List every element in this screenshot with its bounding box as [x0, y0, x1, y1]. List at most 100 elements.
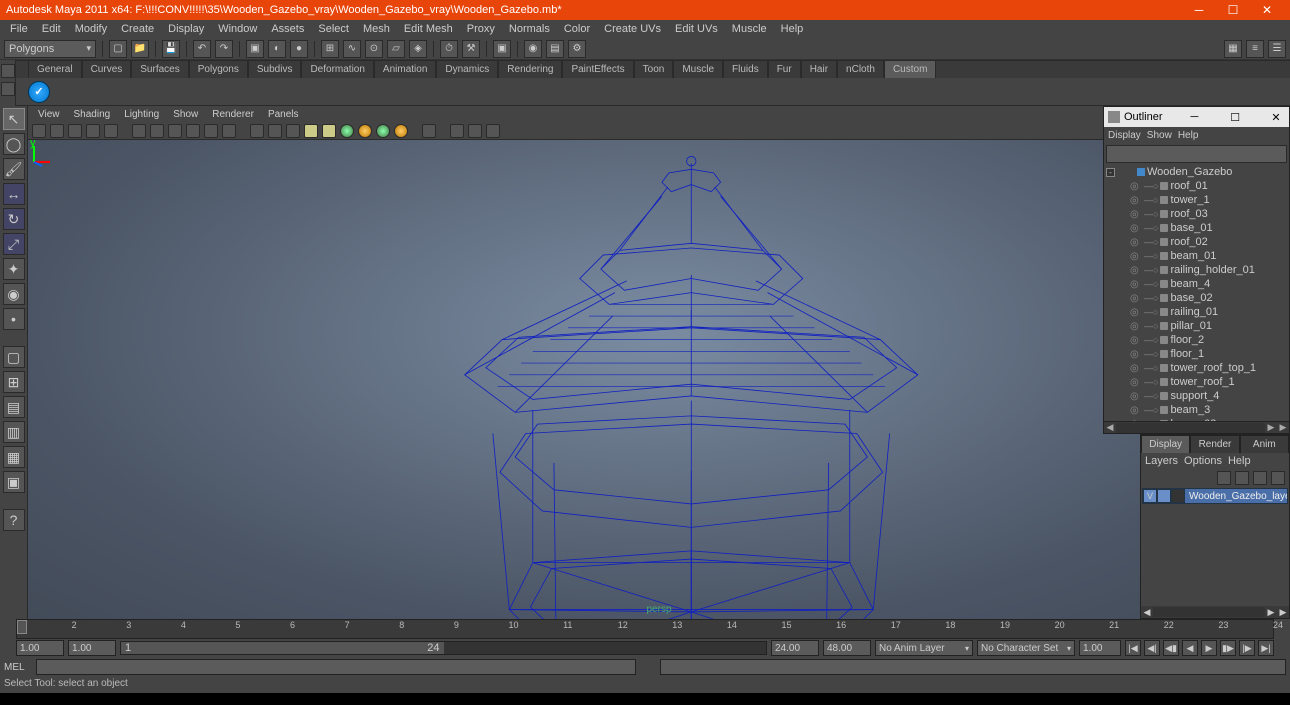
shelf-tab-animation[interactable]: Animation [374, 60, 436, 78]
shelf-tab-ncloth[interactable]: nCloth [837, 60, 884, 78]
playback-end-field[interactable]: 48.00 [823, 640, 871, 656]
shelf-tab-curves[interactable]: Curves [82, 60, 132, 78]
shelf-tab-general[interactable]: General [28, 60, 82, 78]
step-forward-button[interactable]: ▮▶ [1220, 640, 1236, 656]
manipulator-tool-icon[interactable]: ✦ [3, 258, 25, 280]
visibility-icon[interactable]: ◎ [1130, 377, 1142, 388]
menu-color[interactable]: Color [558, 21, 596, 37]
exposure-icon[interactable] [450, 124, 464, 138]
minimize-button[interactable]: ─ [1182, 0, 1216, 20]
layer-scroll-right[interactable]: ▶ [1265, 607, 1277, 618]
move-layer-down-icon[interactable] [1235, 471, 1249, 485]
smooth-shade-icon[interactable] [268, 124, 282, 138]
attribute-editor-icon[interactable]: ☰ [1268, 40, 1286, 58]
menu-muscle[interactable]: Muscle [726, 21, 773, 37]
layer-color[interactable] [1171, 489, 1185, 503]
shelf-tab-custom[interactable]: Custom [884, 60, 936, 78]
use-all-lights-icon[interactable] [304, 124, 318, 138]
outliner-item[interactable]: tower_1 [1170, 194, 1209, 206]
last-tool-icon[interactable]: • [3, 308, 25, 330]
menu-window[interactable]: Window [212, 21, 263, 37]
layer-row[interactable]: V Wooden_Gazebo_layer [1142, 488, 1288, 504]
visibility-icon[interactable]: ◎ [1130, 335, 1142, 346]
menu-create-uvs[interactable]: Create UVs [598, 21, 667, 37]
outliner-item[interactable]: beam_4 [1170, 278, 1210, 290]
maximize-button[interactable]: ☐ [1216, 0, 1250, 20]
outliner-minimize-button[interactable]: ─ [1185, 111, 1203, 123]
gate-mask-icon[interactable] [186, 124, 200, 138]
snap-live-icon[interactable]: ◈ [409, 40, 427, 58]
gamma-icon[interactable] [468, 124, 482, 138]
current-frame-field[interactable]: 1.00 [1079, 640, 1121, 656]
visibility-icon[interactable]: ◎ [1130, 321, 1142, 332]
isolate-icon[interactable] [422, 124, 436, 138]
channel-box-icon[interactable]: ≡ [1246, 40, 1264, 58]
image-plane-icon[interactable] [86, 124, 100, 138]
outliner-scroll-right[interactable]: ▶ [1265, 422, 1277, 433]
play-back-button[interactable]: ◀ [1182, 640, 1198, 656]
safe-action-icon[interactable] [222, 124, 236, 138]
visibility-icon[interactable]: ◎ [1130, 209, 1142, 220]
layout-icon[interactable]: ▦ [1224, 40, 1242, 58]
layer-tab-display[interactable]: Display [1141, 435, 1190, 453]
select-mode-icon[interactable]: ▣ [246, 40, 264, 58]
shelf-tab-fur[interactable]: Fur [768, 60, 801, 78]
menu-assets[interactable]: Assets [265, 21, 310, 37]
persp-graph-icon[interactable]: ▥ [3, 421, 25, 443]
shelf-tab-deformation[interactable]: Deformation [301, 60, 373, 78]
time-slider[interactable]: 123456789101112131415161718192021222324 [16, 619, 1274, 639]
move-tool-icon[interactable]: ↔ [3, 183, 25, 205]
shelf-tab-fluids[interactable]: Fluids [723, 60, 768, 78]
shelf-tab-painteffects[interactable]: PaintEffects [562, 60, 633, 78]
range-end-field[interactable]: 24.00 [771, 640, 819, 656]
shelf-tab-rendering[interactable]: Rendering [498, 60, 562, 78]
hypershade-icon[interactable]: ▦ [3, 446, 25, 468]
layer-menu-options[interactable]: Options [1184, 455, 1222, 467]
camera-attr-icon[interactable] [50, 124, 64, 138]
range-start-field[interactable]: 1.00 [68, 640, 116, 656]
single-view-icon[interactable]: ▢ [3, 346, 25, 368]
shelf-editor-icon[interactable] [1, 64, 15, 78]
wireframe-icon[interactable] [250, 124, 264, 138]
move-layer-up-icon[interactable] [1217, 471, 1231, 485]
outliner-close-button[interactable]: ✕ [1267, 111, 1285, 124]
rewind-button[interactable]: |◀ [1125, 640, 1141, 656]
layer-display-type[interactable] [1157, 489, 1171, 503]
wireframe-shaded-icon[interactable] [376, 124, 390, 138]
paint-select-icon[interactable]: ● [290, 40, 308, 58]
persp-outliner-icon[interactable]: ▤ [3, 396, 25, 418]
outliner-item[interactable]: roof_01 [1170, 180, 1207, 192]
menu-file[interactable]: File [4, 21, 34, 37]
rotate-tool-icon[interactable]: ↻ [3, 208, 25, 230]
high-quality-icon[interactable] [340, 124, 354, 138]
visibility-icon[interactable]: ◎ [1130, 405, 1142, 416]
menu-display[interactable]: Display [162, 21, 210, 37]
viewport[interactable]: y persp [28, 140, 1290, 619]
close-button[interactable]: ✕ [1250, 0, 1284, 20]
film-gate-icon[interactable] [150, 124, 164, 138]
outliner-item[interactable]: support_4 [1170, 390, 1219, 402]
open-scene-icon[interactable]: 📁 [131, 40, 149, 58]
module-combo[interactable]: Polygons [4, 40, 96, 58]
outliner-item[interactable]: railing_holder_01 [1170, 264, 1254, 276]
step-back-button[interactable]: ◀▮ [1163, 640, 1179, 656]
layer-scroll-right2[interactable]: ▶ [1277, 607, 1289, 618]
outliner-item[interactable]: beam_3 [1170, 404, 1210, 416]
visibility-icon[interactable]: ◎ [1130, 363, 1142, 374]
visibility-icon[interactable]: ◎ [1130, 195, 1142, 206]
new-scene-icon[interactable]: ▢ [109, 40, 127, 58]
visibility-icon[interactable]: ◎ [1130, 391, 1142, 402]
layer-visibility-toggle[interactable]: V [1143, 489, 1157, 503]
outliner-scroll-left[interactable]: ◀ [1104, 422, 1116, 433]
menu-modify[interactable]: Modify [69, 21, 113, 37]
range-slider[interactable]: 124 [120, 641, 767, 655]
panel-menu-panels[interactable]: Panels [264, 108, 303, 121]
outliner-menu-show[interactable]: Show [1147, 130, 1172, 141]
anim-layer-combo[interactable]: No Anim Layer [875, 640, 973, 656]
scale-tool-icon[interactable]: ⤢ [3, 233, 25, 255]
field-chart-icon[interactable] [204, 124, 218, 138]
outliner-item[interactable]: floor_1 [1170, 348, 1204, 360]
bookmark-icon[interactable] [68, 124, 82, 138]
layer-menu-help[interactable]: Help [1228, 455, 1251, 467]
outliner-item[interactable]: floor_2 [1170, 334, 1204, 346]
